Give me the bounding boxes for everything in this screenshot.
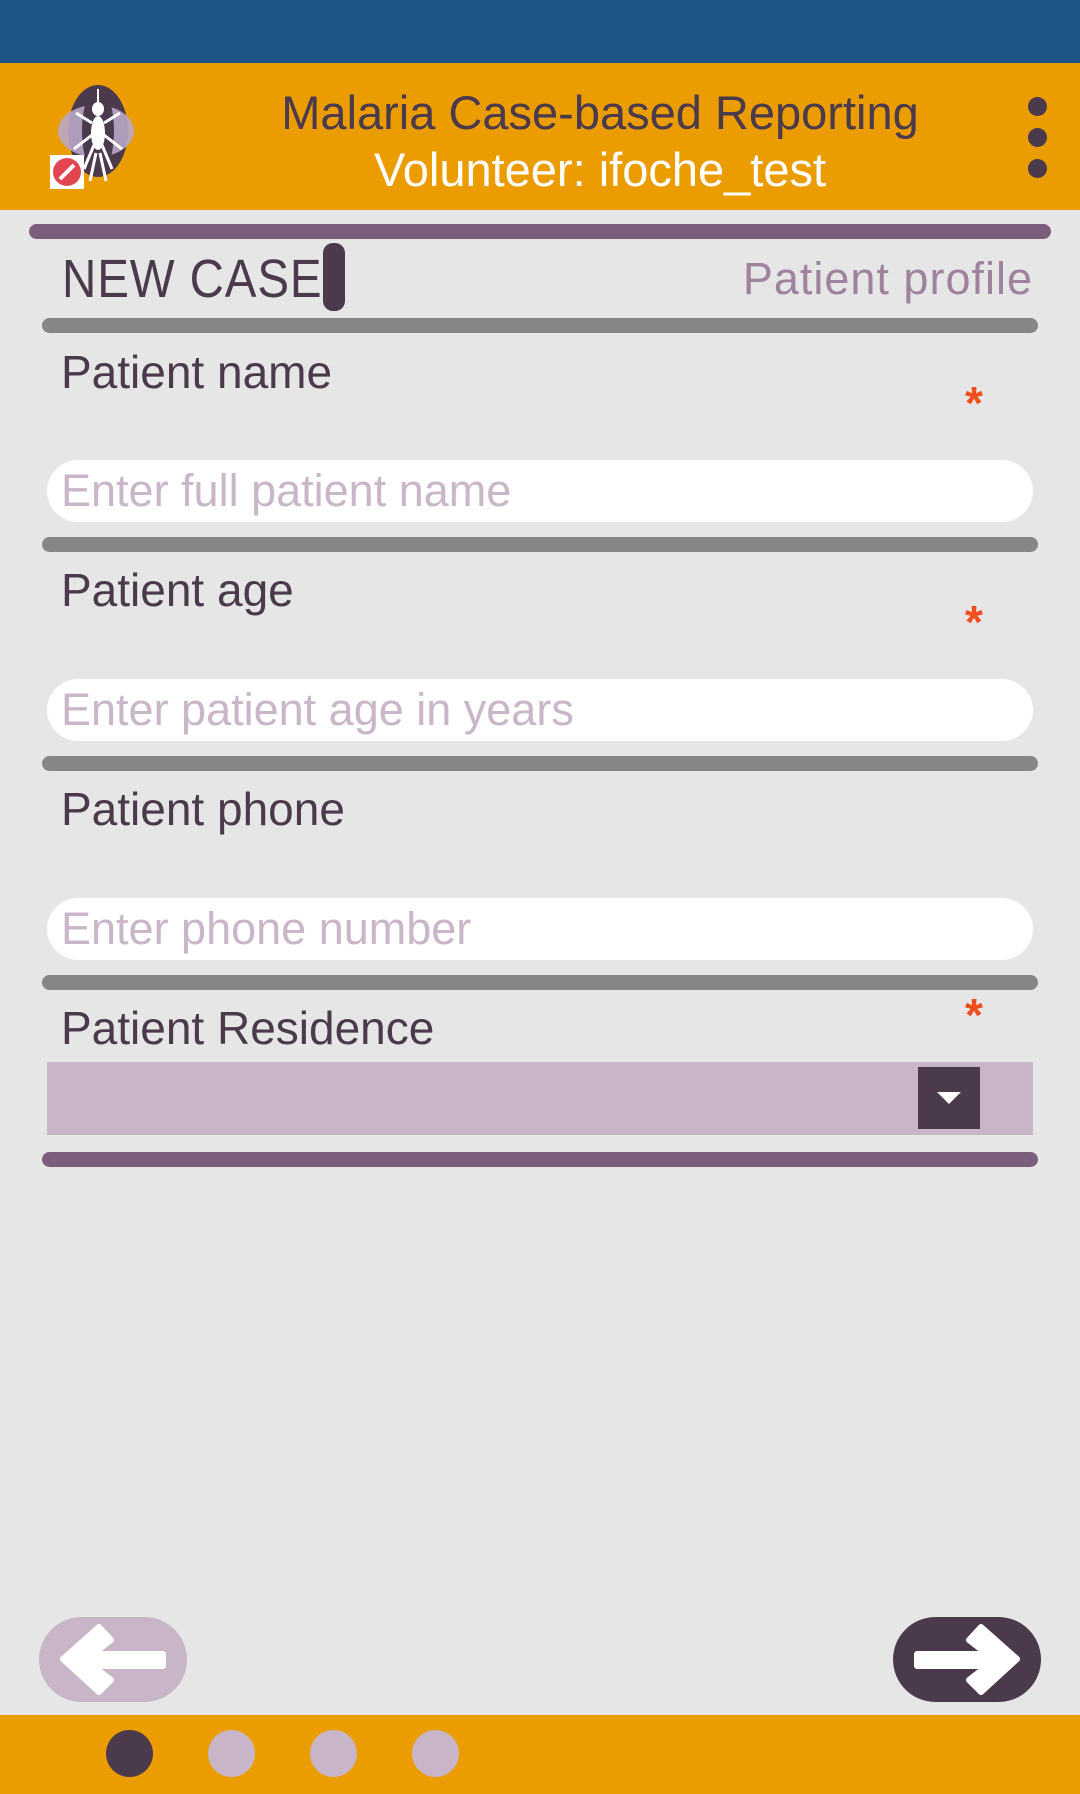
app-title: Malaria Case-based Reporting — [281, 86, 919, 139]
app-bar: Malaria Case-based Reporting Volunteer: … — [0, 63, 1080, 210]
required-indicator: * — [965, 596, 983, 648]
divider — [42, 318, 1038, 333]
patient-name-label: Patient name — [61, 346, 333, 398]
page-indicator-1 — [106, 1730, 153, 1777]
back-button[interactable] — [39, 1617, 187, 1702]
page-indicator-3 — [310, 1730, 357, 1777]
title-accent — [323, 243, 345, 311]
divider — [42, 756, 1038, 771]
residence-dropdown[interactable] — [47, 1062, 1033, 1135]
mosquito-icon — [50, 85, 134, 195]
divider — [42, 975, 1038, 990]
patient-age-label: Patient age — [61, 564, 294, 616]
pagination-bar — [0, 1715, 1080, 1794]
page-indicator-4 — [412, 1730, 459, 1777]
patient-residence-label: Patient Residence — [61, 1002, 435, 1054]
patient-phone-input[interactable] — [47, 898, 1033, 960]
arrow-left-icon — [60, 1624, 166, 1695]
page-title: NEW CASE — [62, 249, 323, 309]
section-title: Patient profile — [742, 253, 1033, 304]
required-indicator: * — [965, 377, 983, 429]
patient-phone-label: Patient phone — [61, 783, 345, 835]
overflow-menu-icon[interactable] — [1020, 93, 1054, 185]
required-indicator: * — [965, 989, 983, 1041]
caret-down-icon[interactable] — [918, 1067, 980, 1129]
divider — [42, 537, 1038, 552]
header-divider — [29, 224, 1051, 239]
status-bar — [0, 0, 1080, 63]
page-indicator-2 — [208, 1730, 255, 1777]
next-button[interactable] — [893, 1617, 1041, 1702]
patient-age-input[interactable] — [47, 679, 1033, 741]
patient-name-input[interactable] — [47, 460, 1033, 522]
form-end-divider — [42, 1152, 1038, 1167]
volunteer-name: Volunteer: ifoche_test — [373, 143, 827, 196]
arrow-right-icon — [914, 1624, 1020, 1695]
